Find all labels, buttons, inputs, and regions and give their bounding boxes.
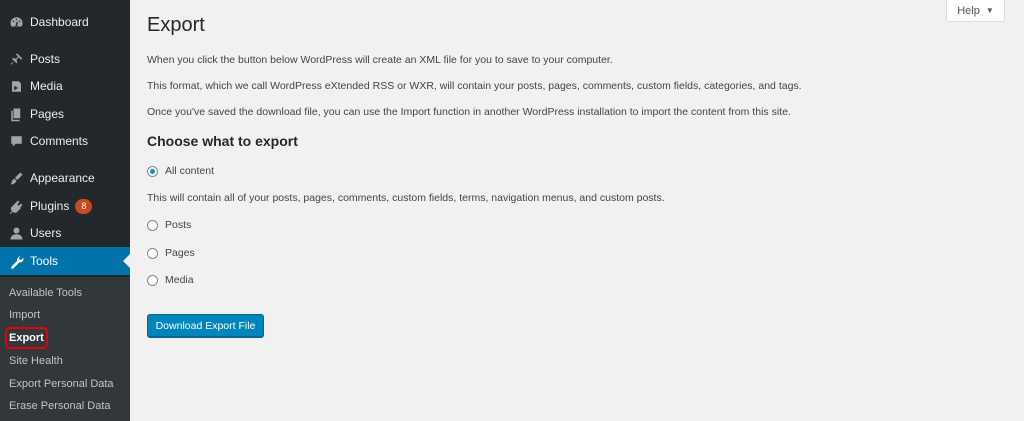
submenu-item-site-health[interactable]: Site Health — [9, 354, 63, 368]
radio-label: Media — [165, 274, 194, 286]
dashboard-icon — [8, 14, 24, 30]
caret-down-icon: ▼ — [985, 6, 994, 15]
intro-paragraph: When you click the button below WordPres… — [147, 54, 613, 66]
sidebar-item-pages[interactable]: Pages — [0, 101, 130, 127]
radio-all-content[interactable]: All content — [147, 165, 214, 177]
download-export-file-button[interactable]: Download Export File — [147, 314, 264, 337]
sidebar-item-label: Appearance — [30, 171, 95, 185]
pin-icon — [8, 51, 24, 67]
sidebar-item-users[interactable]: Users — [0, 220, 130, 246]
radio-media[interactable]: Media — [147, 274, 194, 286]
radio-label: Pages — [165, 247, 195, 259]
submenu-item-available-tools[interactable]: Available Tools — [9, 286, 82, 300]
plugin-icon — [8, 198, 24, 214]
help-button[interactable]: Help ▼ — [946, 0, 1005, 22]
help-label: Help — [957, 4, 980, 17]
radio-posts[interactable]: Posts — [147, 219, 191, 231]
sidebar-item-media[interactable]: Media — [0, 73, 130, 99]
section-title: Choose what to export — [147, 133, 298, 149]
sidebar-item-dashboard[interactable]: Dashboard — [0, 9, 130, 35]
brush-icon — [8, 170, 24, 186]
submenu-item-export-personal-data[interactable]: Export Personal Data — [9, 377, 114, 391]
pages-icon — [8, 106, 24, 122]
sidebar-item-tools[interactable]: Tools — [0, 247, 130, 275]
submenu-item-import[interactable]: Import — [9, 308, 40, 322]
active-menu-arrow — [123, 254, 130, 268]
sidebar-item-label: Users — [30, 226, 62, 240]
radio-label: All content — [165, 165, 215, 177]
radio-button[interactable] — [147, 247, 158, 259]
all-content-description: This will contain all of your posts, pag… — [147, 192, 665, 204]
media-icon — [8, 78, 24, 94]
radio-pages[interactable]: Pages — [147, 247, 195, 259]
sidebar-item-label: Pages — [30, 107, 65, 121]
sidebar-item-label: Tools — [30, 254, 59, 268]
sidebar-item-label: Dashboard — [30, 15, 89, 29]
sidebar-item-label: Comments — [30, 134, 89, 148]
sidebar-item-posts[interactable]: Posts — [0, 46, 130, 72]
plugin-update-badge: 8 — [75, 198, 93, 214]
radio-button[interactable] — [147, 274, 158, 286]
sidebar-item-appearance[interactable]: Appearance — [0, 165, 130, 191]
radio-label: Posts — [165, 219, 192, 231]
admin-sidebar: Dashboard Posts Media Pages Comments App… — [0, 0, 130, 421]
sidebar-item-label: Media — [30, 79, 63, 93]
submenu-item-erase-personal-data[interactable]: Erase Personal Data — [9, 399, 111, 413]
sidebar-item-plugins[interactable]: Plugins 8 — [0, 193, 130, 219]
sidebar-item-label: Plugins — [30, 199, 70, 213]
radio-button[interactable] — [147, 219, 158, 231]
format-paragraph: This format, which we call WordPress eXt… — [147, 80, 802, 92]
radio-button[interactable] — [147, 165, 158, 177]
sidebar-item-comments[interactable]: Comments — [0, 128, 130, 154]
tools-submenu: Available Tools Import Export Site Healt… — [0, 277, 130, 421]
import-paragraph: Once you've saved the download file, you… — [147, 106, 791, 118]
user-icon — [8, 225, 24, 241]
comment-icon — [8, 133, 24, 149]
wrench-icon — [8, 253, 24, 269]
page-title: Export — [147, 14, 205, 36]
submenu-item-export[interactable]: Export — [5, 327, 48, 349]
sidebar-item-label: Posts — [30, 52, 61, 66]
